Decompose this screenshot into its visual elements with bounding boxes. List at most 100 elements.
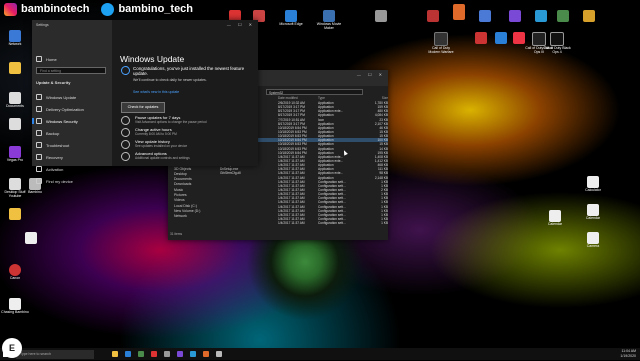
nav-item[interactable]: Find my device — [36, 178, 73, 184]
cod-bo4-icon — [550, 32, 564, 46]
desktop-icon[interactable] — [0, 118, 30, 130]
update-option[interactable]: Change active hours Currently 8:00 AM to … — [121, 127, 177, 137]
app-icon[interactable] — [216, 351, 222, 357]
desktop-icon[interactable]: Calendar — [578, 204, 608, 221]
nav-item[interactable]: Windows Security — [36, 118, 78, 124]
selection-indicator — [32, 118, 34, 124]
desktop-icon-label: Bambino — [28, 190, 42, 194]
app-icon[interactable] — [203, 351, 209, 357]
desktop-icon-label: Canon — [9, 276, 21, 280]
desktop-icon-label: Documents — [6, 104, 24, 108]
settings-window: Settings Home Find a setting Update & Se… — [32, 20, 258, 184]
app-icon — [9, 264, 21, 276]
window-title: Settings — [36, 23, 49, 27]
nav-item-icon — [36, 142, 42, 148]
document-icon — [587, 176, 599, 188]
nav-item[interactable]: Activation — [36, 166, 63, 172]
desktop-icon[interactable]: Chasing Bambino — [0, 298, 30, 315]
app-icon[interactable] — [138, 351, 144, 357]
desktop-icon[interactable]: Call of Duty Modern Warfare — [426, 32, 456, 55]
instagram-icon — [4, 2, 17, 16]
vegas-icon — [9, 146, 21, 158]
nav-item-label: Backup — [46, 130, 60, 136]
settings-search-input[interactable]: Find a setting — [36, 67, 106, 74]
whats-new-link[interactable]: See what's new in this update — [133, 90, 179, 94]
desktop-wallpaper: bambinotech bambino_tech Microsoft Edge … — [0, 0, 640, 348]
desktop-icon[interactable]: Camera — [578, 232, 608, 249]
window-controls[interactable]: — ☐ ✕ — [227, 22, 255, 27]
desktop-icon-label: Calculator — [585, 188, 601, 192]
system-clock[interactable]: 11:04 AM 1/19/2020 — [620, 348, 636, 361]
file-name: GfxStrmCfg.dll — [220, 171, 241, 176]
column-header-type[interactable]: Type — [318, 96, 358, 100]
option-description: Additional update controls and settings — [135, 155, 190, 160]
desktop-icon[interactable]: Calculator — [578, 176, 608, 193]
desktop-icon[interactable]: Canon — [0, 264, 30, 281]
network-icon — [9, 30, 21, 42]
clock-date: 1/19/2020 — [620, 354, 636, 358]
document-icon — [9, 118, 21, 130]
file-size: 1 KB — [381, 221, 388, 226]
app-icon[interactable] — [177, 351, 183, 357]
file-date: 1/4/2017 11:37 AM — [278, 221, 305, 226]
status-bar: 31 items — [170, 232, 183, 236]
desktop-icon-label: Call of Duty Black Ops 4 — [543, 46, 571, 54]
update-option[interactable]: View update history See updates installed… — [121, 139, 187, 149]
nav-item[interactable]: Backup — [36, 130, 59, 136]
desktop-icon-label: Calendar — [547, 222, 563, 226]
pinned-apps — [112, 351, 229, 357]
gear-icon[interactable] — [164, 351, 170, 357]
document-icon — [549, 210, 561, 222]
cod-mw-icon — [434, 32, 448, 46]
check-for-updates-button[interactable]: Check for updates — [121, 102, 165, 113]
desktop-icon-label: Call of Duty Modern Warfare — [428, 46, 454, 54]
nav-item-label: Delivery Optimization — [46, 106, 84, 112]
option-description: Visit Advanced options to change the pau… — [135, 119, 207, 124]
app-icon[interactable] — [190, 351, 196, 357]
desktop-icon[interactable]: Vegas Pro — [0, 146, 30, 163]
edge-icon[interactable] — [125, 351, 131, 357]
nav-item-icon — [36, 130, 42, 136]
app-icon[interactable] — [151, 351, 157, 357]
desktop-icon-label: Microsoft Edge — [279, 22, 303, 26]
desktop-icon[interactable] — [0, 62, 30, 74]
document-icon — [25, 232, 37, 244]
nav-item[interactable]: Delivery Optimization — [36, 106, 84, 112]
nav-item-icon — [36, 154, 42, 160]
navigation-pane-item[interactable]: Network — [168, 214, 212, 219]
nav-item-label: Activation — [46, 166, 64, 172]
twitter-handle: bambino_tech — [101, 2, 193, 16]
column-header-size[interactable]: Size — [358, 96, 388, 100]
instagram-handle: bambinotech — [4, 2, 89, 16]
nav-item-icon — [36, 94, 42, 100]
desktop-icon[interactable]: Call of Duty Black Ops 4 — [542, 32, 572, 55]
desktop-icon[interactable] — [16, 232, 46, 244]
update-continue-text: We'll continue to check daily for newer … — [133, 78, 207, 82]
nav-item-label: Find my device — [46, 178, 73, 184]
file-explorer-icon[interactable] — [112, 351, 118, 357]
update-option[interactable]: Pause updates for 7 days Visit Advanced o… — [121, 115, 207, 125]
nav-item[interactable]: Windows Update — [36, 94, 76, 100]
table-row[interactable]: 1/4/2017 11:37 AM Configuration sett... 1 … — [216, 221, 388, 225]
desktop-icon[interactable]: Network — [0, 30, 30, 47]
folder-icon — [9, 62, 21, 74]
taskbar-search[interactable]: Type here to search — [16, 349, 94, 359]
nav-item-label: Troubleshoot — [46, 142, 70, 148]
desktop-icon-label: Calendar — [585, 216, 601, 220]
desktop-icon-label: Network — [8, 42, 22, 46]
document-icon — [9, 92, 21, 104]
nav-item[interactable]: Troubleshoot — [36, 142, 69, 148]
option-icon — [121, 116, 130, 125]
desktop-icon[interactable]: Documents — [0, 92, 30, 109]
desktop-icon[interactable]: Calendar — [540, 210, 570, 227]
column-header-date[interactable]: Date modified — [278, 96, 318, 100]
update-option[interactable]: Advanced options Additional update contro… — [121, 151, 190, 161]
window-controls[interactable]: — ☐ ✕ — [357, 72, 385, 77]
folder-icon — [9, 208, 21, 220]
address-bar[interactable]: System32 — [266, 89, 363, 95]
nav-home[interactable]: Home — [36, 56, 57, 62]
category-heading: Update & Security — [36, 80, 70, 85]
nav-item[interactable]: Recovery — [36, 154, 63, 160]
nav-item-icon — [36, 166, 42, 172]
desktop-icon[interactable] — [0, 208, 30, 220]
